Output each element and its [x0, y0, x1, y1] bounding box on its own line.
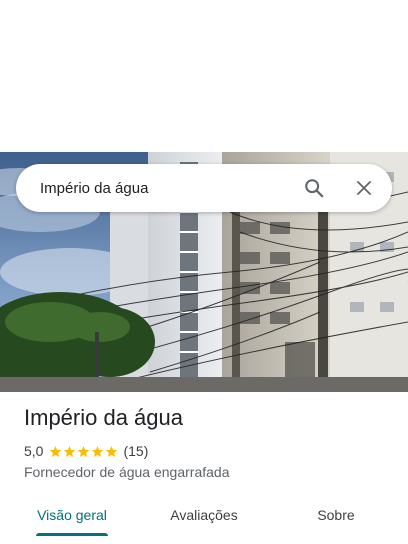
place-info: Império da água 5,0 (15) Fornecedor de á…: [24, 404, 396, 480]
place-category: Fornecedor de água engarrafada: [24, 464, 230, 480]
rating-value: 5,0: [24, 443, 44, 459]
tab-bar: Visão geral Avaliações Sobre: [0, 494, 408, 536]
tab-visao-geral[interactable]: Visão geral: [0, 494, 144, 536]
star-icon: [50, 445, 62, 457]
map-area-blank: [0, 0, 408, 152]
star-icon: [78, 445, 90, 457]
active-tab-indicator: [36, 533, 108, 536]
tab-avaliacoes[interactable]: Avaliações: [144, 494, 264, 536]
close-button[interactable]: [346, 170, 382, 206]
tab-label: Sobre: [317, 507, 355, 523]
tab-sobre[interactable]: Sobre: [264, 494, 408, 536]
tab-label: Avaliações: [170, 507, 238, 523]
place-sheet: Império da água Império da água 5,0 (15)…: [0, 0, 408, 544]
star-rating: [49, 445, 119, 458]
rating-row[interactable]: 5,0 (15): [24, 442, 396, 460]
review-count[interactable]: (15): [123, 443, 148, 459]
search-button[interactable]: [296, 170, 332, 206]
star-icon: [64, 445, 76, 457]
tab-label: Visão geral: [37, 507, 107, 523]
search-bar[interactable]: Império da água: [16, 164, 392, 212]
star-icon: [106, 445, 118, 457]
close-icon: [357, 181, 371, 195]
place-title: Império da água: [24, 405, 183, 430]
star-icon: [92, 445, 104, 457]
search-icon: [305, 179, 324, 198]
search-input[interactable]: Império da água: [40, 180, 282, 197]
